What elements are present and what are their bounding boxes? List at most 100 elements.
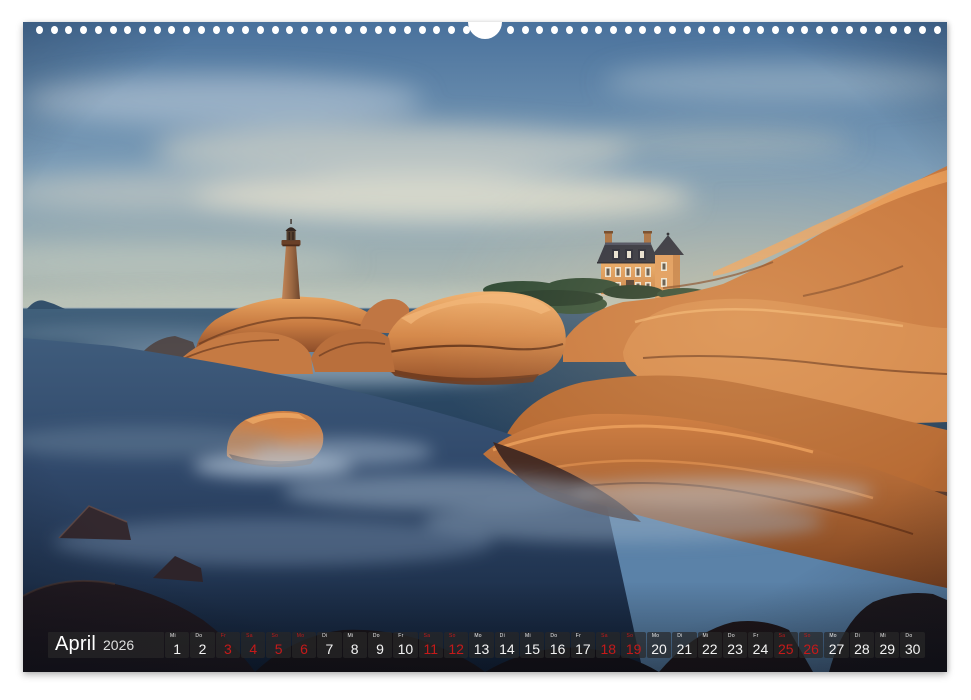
- punch-hole: [610, 26, 617, 34]
- calendar-day-4: Sa4: [241, 632, 265, 658]
- weekday-abbr: Mi: [880, 633, 886, 639]
- day-number: 18: [596, 641, 620, 657]
- day-number: 14: [495, 641, 519, 657]
- punch-hole: [198, 26, 205, 34]
- day-number: 22: [698, 641, 722, 657]
- punch-hole: [360, 26, 367, 34]
- calendar-days: Mi1Do2Fr3Sa4So5Mo6Di7Mi8Do9Fr10Sa11So12M…: [165, 632, 925, 658]
- weekday-abbr: Fr: [398, 633, 403, 639]
- calendar-day-26: So26: [799, 632, 823, 658]
- weekday-abbr: Sa: [601, 633, 608, 639]
- weekday-abbr: Di: [500, 633, 505, 639]
- punch-hole: [772, 26, 779, 34]
- punch-hole: [875, 26, 882, 34]
- calendar-day-1: Mi1: [165, 632, 189, 658]
- day-number: 6: [292, 641, 316, 657]
- day-number: 12: [444, 641, 468, 657]
- day-number: 11: [419, 641, 443, 657]
- punch-hole: [51, 26, 58, 34]
- day-number: 2: [190, 641, 214, 657]
- weekday-abbr: Mo: [297, 633, 305, 639]
- calendar-day-2: Do2: [190, 632, 214, 658]
- weekday-abbr: Di: [322, 633, 327, 639]
- vignette: [23, 22, 947, 672]
- punch-hole: [507, 26, 514, 34]
- punch-hole: [272, 26, 279, 34]
- day-number: 9: [368, 641, 392, 657]
- punch-hole: [684, 26, 691, 34]
- day-number: 8: [343, 641, 367, 657]
- weekday-abbr: Sa: [779, 633, 786, 639]
- calendar-day-21: Di21: [672, 632, 696, 658]
- punch-hole: [743, 26, 750, 34]
- calendar-day-5: So 5: [266, 632, 290, 658]
- punch-hole: [522, 26, 529, 34]
- calendar-strip: April 2026 Mi1Do2Fr3Sa4So5Mo6Di7Mi8Do9Fr…: [23, 632, 947, 658]
- calendar-day-17: Fr17: [571, 632, 595, 658]
- landscape-photo: [23, 22, 947, 672]
- calendar-day-27: Mo 27: [824, 632, 848, 658]
- weekday-abbr: So: [271, 633, 278, 639]
- day-number: 19: [621, 641, 645, 657]
- calendar-day-3: Fr 3: [216, 632, 240, 658]
- calendar-day-9: Do 9: [368, 632, 392, 658]
- weekday-abbr: So: [449, 633, 456, 639]
- calendar-day-19: So 19: [621, 632, 645, 658]
- month-name: April: [55, 632, 96, 657]
- calendar-day-25: Sa25: [774, 632, 798, 658]
- weekday-abbr: Fr: [576, 633, 581, 639]
- weekday-abbr: Mi: [348, 633, 354, 639]
- day-number: 23: [723, 641, 747, 657]
- day-number: 27: [824, 641, 848, 657]
- calendar-day-23: Do23: [723, 632, 747, 658]
- weekday-abbr: Mo: [829, 633, 837, 639]
- punch-hole: [728, 26, 735, 34]
- punch-hole: [301, 26, 308, 34]
- weekday-abbr: So: [626, 633, 633, 639]
- punch-hole: [375, 26, 382, 34]
- punch-hole: [890, 26, 897, 34]
- day-number: 15: [520, 641, 544, 657]
- punch-hole: [139, 26, 146, 34]
- calendar-day-14: Di 14: [495, 632, 519, 658]
- calendar-day-8: Mi 8: [343, 632, 367, 658]
- punch-hole: [669, 26, 676, 34]
- day-number: 28: [850, 641, 874, 657]
- punch-hole: [787, 26, 794, 34]
- punch-hole: [831, 26, 838, 34]
- day-number: 4: [241, 641, 265, 657]
- weekday-abbr: Fr: [221, 633, 226, 639]
- calendar-day-16: Do16: [545, 632, 569, 658]
- calendar-day-28: Di28: [850, 632, 874, 658]
- day-number: 5: [266, 641, 290, 657]
- calendar-sheet: April 2026 Mi1Do2Fr3Sa4So5Mo6Di7Mi8Do9Fr…: [23, 22, 947, 672]
- weekday-abbr: Do: [373, 633, 380, 639]
- day-number: 1: [165, 641, 189, 657]
- calendar-day-22: Mi22: [698, 632, 722, 658]
- punch-hole: [110, 26, 117, 34]
- month-label: April 2026: [48, 632, 164, 658]
- punch-hole: [404, 26, 411, 34]
- punch-hole: [566, 26, 573, 34]
- calendar-day-24: Fr24: [748, 632, 772, 658]
- day-number: 7: [317, 641, 341, 657]
- weekday-abbr: Fr: [753, 633, 758, 639]
- calendar-day-10: Fr10: [393, 632, 417, 658]
- day-number: 26: [799, 641, 823, 657]
- calendar-day-18: Sa 18: [596, 632, 620, 658]
- punch-hole: [95, 26, 102, 34]
- weekday-abbr: Di: [677, 633, 682, 639]
- weekday-abbr: Do: [550, 633, 557, 639]
- punch-hole: [934, 26, 941, 34]
- calendar-day-15: Mi15: [520, 632, 544, 658]
- day-number: 3: [216, 641, 240, 657]
- weekday-abbr: Sa: [424, 633, 431, 639]
- day-number: 30: [900, 641, 924, 657]
- weekday-abbr: Mo: [474, 633, 482, 639]
- calendar-day-11: Sa 11: [419, 632, 443, 658]
- punch-hole: [213, 26, 220, 34]
- calendar-day-13: Mo13: [469, 632, 493, 658]
- punch-hole: [154, 26, 161, 34]
- calendar-day-20: Mo20: [647, 632, 671, 658]
- calendar-day-6: Mo 6: [292, 632, 316, 658]
